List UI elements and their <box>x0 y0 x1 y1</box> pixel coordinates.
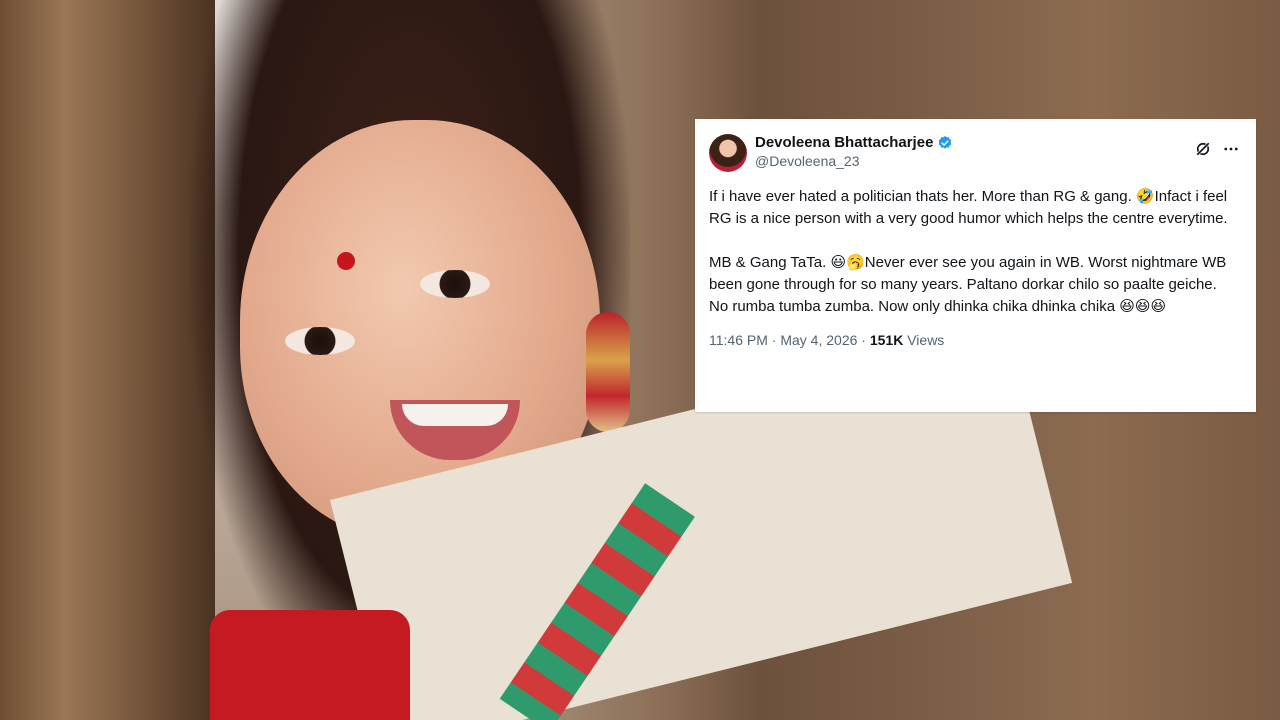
views-label: Views <box>907 332 945 348</box>
teeth <box>402 404 508 426</box>
grok-icon[interactable] <box>1194 140 1212 158</box>
tweet-date[interactable]: May 4, 2026 <box>780 332 857 348</box>
verified-badge-icon <box>937 135 953 151</box>
avatar[interactable] <box>709 134 747 172</box>
right-eye <box>420 270 490 298</box>
left-eye <box>285 327 355 355</box>
views-count: 151K <box>869 332 904 348</box>
tweet-meta: 11:46 PM · May 4, 2026 · 151K Views <box>709 332 1240 348</box>
tweet-card: Devoleena Bhattacharjee @Devoleena_23 If… <box>695 119 1256 412</box>
blouse <box>210 610 410 720</box>
header-icons <box>1194 134 1240 158</box>
meta-separator: · <box>861 332 866 348</box>
tweet-text: If i have ever hated a politician thats … <box>709 188 1228 315</box>
tweet-time[interactable]: 11:46 PM <box>709 332 768 348</box>
meta-separator: · <box>771 332 777 348</box>
more-icon[interactable] <box>1222 140 1240 158</box>
bindi <box>337 252 355 270</box>
wooden-door-frame-left <box>0 0 215 720</box>
display-name[interactable]: Devoleena Bhattacharjee <box>755 134 933 152</box>
name-row: Devoleena Bhattacharjee <box>755 134 953 152</box>
author-names: Devoleena Bhattacharjee @Devoleena_23 <box>755 134 953 170</box>
tweet-header: Devoleena Bhattacharjee @Devoleena_23 <box>709 134 1240 174</box>
earring <box>586 312 630 432</box>
handle[interactable]: @Devoleena_23 <box>755 152 953 170</box>
